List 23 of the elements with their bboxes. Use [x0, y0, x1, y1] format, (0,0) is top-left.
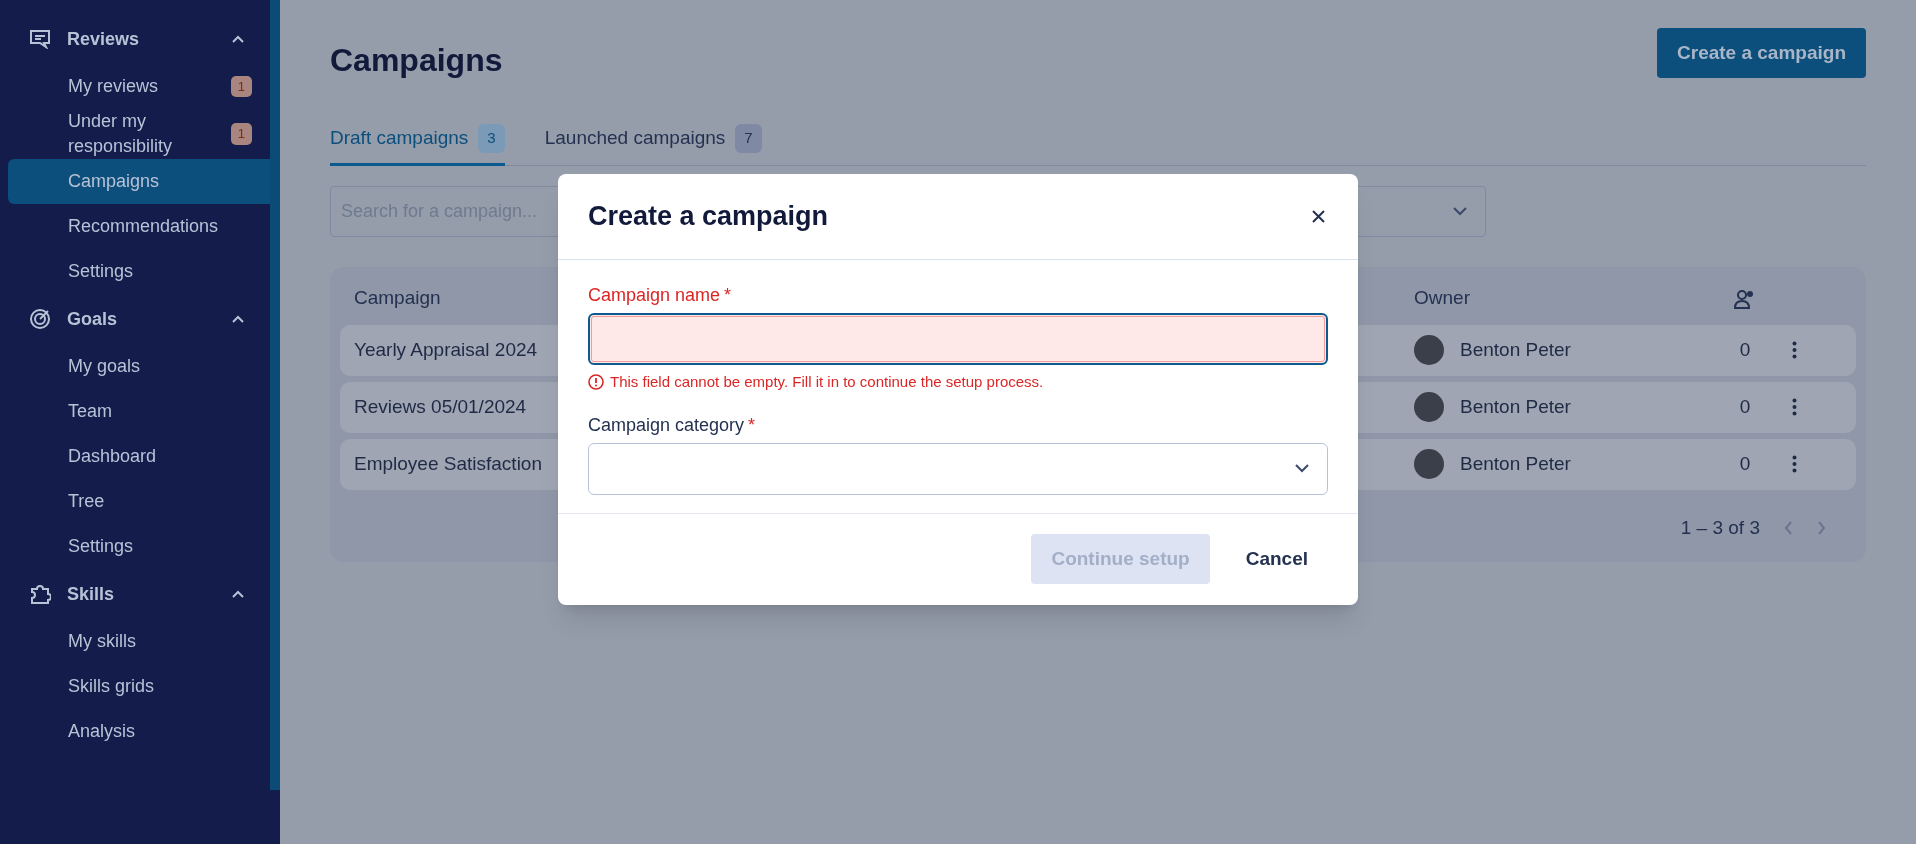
- count-badge: 3: [478, 124, 505, 153]
- owner-name: Benton Peter: [1460, 451, 1571, 476]
- campaign-name: Reviews 05/01/2024: [354, 395, 527, 417]
- participant-count: 0: [1738, 451, 1752, 476]
- count-badge: 1: [230, 123, 252, 145]
- error-message: This field cannot be empty. Fill it in to continue the setup process.: [610, 372, 1044, 392]
- column-header: Campaign: [354, 287, 441, 309]
- participant-count: 0: [1738, 337, 1752, 362]
- page-title: Campaigns: [330, 41, 503, 80]
- participant-count: 0: [1738, 394, 1752, 419]
- column-header: Owner: [1414, 287, 1470, 309]
- required-mark: *: [724, 284, 732, 307]
- owner-name: Benton Peter: [1460, 394, 1571, 419]
- campaign-name: Yearly Appraisal 2024: [354, 338, 538, 360]
- owner-name: Benton Peter: [1460, 337, 1571, 362]
- modal-title: Create a campaign: [588, 200, 829, 234]
- count-badge: 7: [735, 124, 762, 153]
- field-label: Campaign category: [588, 413, 745, 437]
- field-label: Campaign name: [588, 284, 721, 307]
- pagination-text: 1 – 3 of 3: [1680, 515, 1760, 540]
- campaign-name: Employee Satisfaction: [354, 452, 542, 474]
- count-badge: 1: [230, 75, 252, 98]
- required-mark: *: [748, 413, 756, 437]
